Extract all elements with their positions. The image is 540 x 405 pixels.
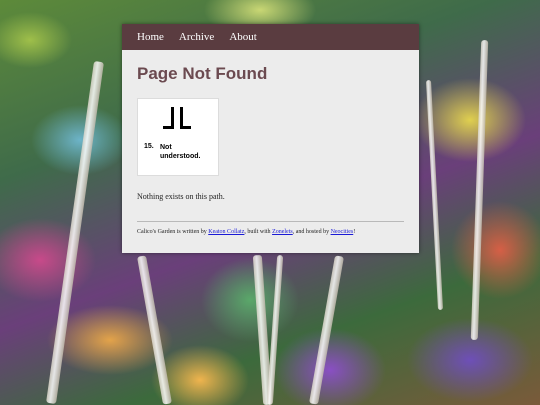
image-caption-line2: understood. bbox=[160, 153, 201, 160]
footer-text: ! bbox=[353, 229, 356, 235]
footer: Calico's Garden is written by Keaton Col… bbox=[137, 229, 404, 235]
footer-text: Calico's Garden is written by bbox=[137, 229, 209, 235]
image-caption-number: 15. bbox=[144, 143, 154, 150]
background-tree bbox=[309, 255, 344, 405]
background-tree bbox=[46, 60, 104, 405]
zonelets-link[interactable]: Zonelets bbox=[272, 229, 293, 235]
page-title: Page Not Found bbox=[137, 64, 268, 83]
footer-divider bbox=[137, 221, 404, 222]
image-caption: Not understood. bbox=[160, 143, 210, 161]
footer-text: , built with bbox=[244, 229, 273, 235]
author-link[interactable]: Keaton Collatz bbox=[208, 229, 244, 235]
background-tree bbox=[470, 39, 489, 341]
footer-text: , and hosted by bbox=[292, 229, 331, 235]
content-panel: Home Archive About Page Not Found 15. No… bbox=[122, 24, 419, 253]
navbar: Home Archive About bbox=[122, 24, 419, 50]
background-tree bbox=[266, 254, 284, 405]
nav-home-link[interactable]: Home bbox=[137, 31, 164, 43]
nav-archive-link[interactable]: Archive bbox=[179, 31, 214, 43]
background-tree bbox=[425, 80, 444, 310]
image-caption-line1: Not bbox=[160, 144, 172, 151]
not-understood-image: 15. Not understood. bbox=[137, 98, 219, 176]
nav-about-link[interactable]: About bbox=[229, 31, 257, 43]
pictogram-icon bbox=[163, 107, 191, 129]
neocities-link[interactable]: Neocities bbox=[331, 229, 354, 235]
not-found-message: Nothing exists on this path. bbox=[137, 192, 225, 201]
main-content: Page Not Found 15. Not understood. Nothi… bbox=[122, 64, 419, 235]
background-tree bbox=[137, 255, 172, 405]
